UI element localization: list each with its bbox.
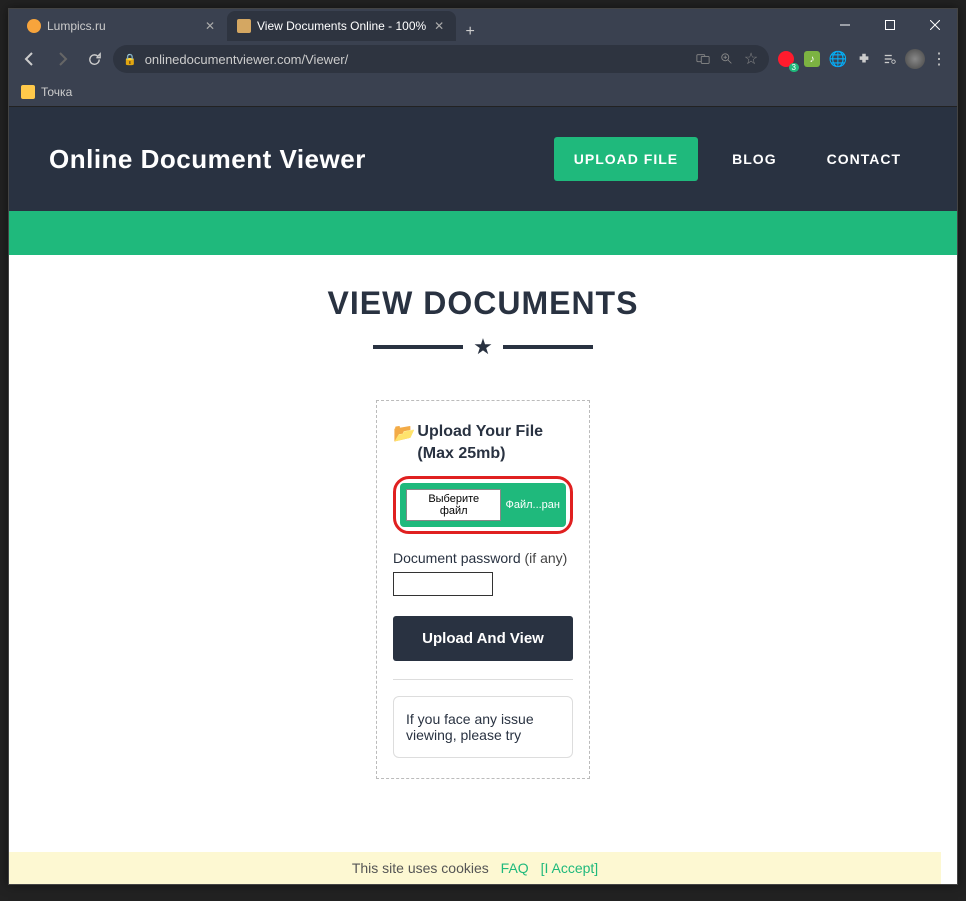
minimize-button[interactable]	[822, 9, 867, 41]
password-label: Document password (if any)	[393, 550, 573, 566]
info-text: If you face any issue viewing, please tr…	[406, 711, 534, 743]
site-nav: UPLOAD FILE BLOG CONTACT	[554, 137, 917, 181]
ext-music-icon[interactable]: ♪	[801, 48, 823, 70]
file-status-text: Файл...ран	[505, 499, 560, 511]
playlist-icon[interactable]	[879, 48, 901, 70]
heading-divider: ★	[9, 334, 957, 360]
new-tab-button[interactable]: +	[456, 23, 484, 41]
url-text: onlinedocumentviewer.com/Viewer/	[145, 52, 687, 67]
tab-lumpics[interactable]: Lumpics.ru ✕	[17, 11, 227, 41]
bookmarks-bar: Точка	[9, 77, 957, 107]
zoom-icon[interactable]	[719, 51, 735, 67]
nav-blog[interactable]: BLOG	[716, 139, 792, 179]
file-input-highlight: Выберите файл Файл...ран	[393, 476, 573, 534]
star-icon[interactable]: ☆	[743, 51, 759, 67]
upload-and-view-button[interactable]: Upload And View	[393, 616, 573, 661]
upload-title-text: Upload Your File (Max 25mb)	[417, 421, 573, 466]
tabs-strip: Lumpics.ru ✕ View Documents Online - 100…	[9, 9, 822, 41]
close-tab-icon[interactable]: ✕	[203, 19, 217, 33]
address-bar[interactable]: 🔒 onlinedocumentviewer.com/Viewer/ ☆	[113, 45, 769, 73]
site-title: Online Document Viewer	[49, 144, 366, 175]
site-header: Online Document Viewer UPLOAD FILE BLOG …	[9, 107, 957, 211]
extensions-icon[interactable]	[853, 48, 875, 70]
page-scroll[interactable]: Online Document Viewer UPLOAD FILE BLOG …	[9, 107, 957, 884]
cookie-text: This site uses cookies	[352, 860, 489, 876]
nav-upload-file[interactable]: UPLOAD FILE	[554, 137, 698, 181]
bookmark-tochka[interactable]: Точка	[21, 85, 72, 99]
folder-open-icon: 📂	[393, 421, 415, 446]
divider	[393, 679, 573, 680]
cookie-faq-link[interactable]: FAQ	[501, 860, 529, 876]
lock-icon: 🔒	[123, 53, 137, 66]
page-heading: VIEW DOCUMENTS	[9, 285, 957, 322]
window-controls	[822, 9, 957, 41]
nav-contact[interactable]: CONTACT	[811, 139, 917, 179]
viewport: Online Document Viewer UPLOAD FILE BLOG …	[9, 107, 957, 884]
tab-viewdocs[interactable]: View Documents Online - 100% ✕	[227, 11, 456, 41]
favicon-viewdocs	[237, 19, 251, 33]
bookmark-label: Точка	[41, 85, 72, 99]
tab-title: Lumpics.ru	[47, 19, 197, 33]
cookie-banner: This site uses cookies FAQ [I Accept]	[9, 852, 941, 884]
toolbar: 🔒 onlinedocumentviewer.com/Viewer/ ☆ 3 ♪…	[9, 41, 957, 77]
choose-file-button[interactable]: Выберите файл	[406, 489, 501, 521]
green-band	[9, 211, 957, 255]
forward-button[interactable]	[49, 46, 75, 72]
profile-avatar[interactable]	[905, 49, 925, 69]
divider-line	[373, 345, 463, 349]
ext-globe-icon[interactable]: 🌐	[827, 48, 849, 70]
password-input[interactable]	[393, 572, 493, 596]
close-window-button[interactable]	[912, 9, 957, 41]
kebab-menu-icon[interactable]: ⋮	[929, 49, 949, 69]
back-button[interactable]	[17, 46, 43, 72]
reload-button[interactable]	[81, 46, 107, 72]
maximize-button[interactable]	[867, 9, 912, 41]
folder-icon	[21, 85, 35, 99]
close-tab-icon[interactable]: ✕	[432, 19, 446, 33]
ext-opera-icon[interactable]: 3	[775, 48, 797, 70]
star-icon: ★	[473, 334, 493, 360]
favicon-lumpics	[27, 19, 41, 33]
cookie-accept-link[interactable]: [I Accept]	[541, 860, 599, 876]
toolbar-extensions: 3 ♪ 🌐 ⋮	[775, 48, 949, 70]
upload-card: 📂 Upload Your File (Max 25mb) Выберите ф…	[376, 400, 590, 779]
tab-title: View Documents Online - 100%	[257, 19, 426, 33]
translate-icon[interactable]	[695, 51, 711, 67]
browser-window: Lumpics.ru ✕ View Documents Online - 100…	[8, 8, 958, 885]
divider-line	[503, 345, 593, 349]
info-box: If you face any issue viewing, please tr…	[393, 696, 573, 758]
upload-title: 📂 Upload Your File (Max 25mb)	[393, 421, 573, 466]
titlebar: Lumpics.ru ✕ View Documents Online - 100…	[9, 9, 957, 41]
file-input-row: Выберите файл Файл...ран	[400, 483, 566, 527]
